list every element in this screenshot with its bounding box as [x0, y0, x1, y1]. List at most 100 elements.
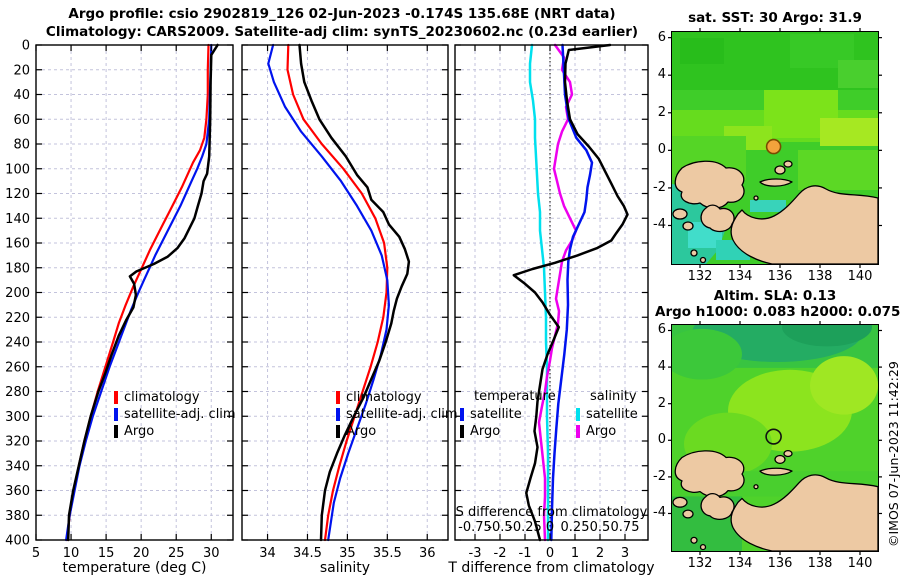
- legend-item-climatology: climatology: [114, 389, 236, 406]
- legend-label: satellite-adj. clim: [346, 407, 458, 422]
- argo-position-marker: [765, 138, 782, 155]
- lat-tick-label: -4: [653, 217, 666, 233]
- legend-label: Argo: [346, 424, 377, 439]
- s-difference-axis-label: S difference from climatology: [455, 505, 648, 520]
- temperature-axis-label: temperature (deg C): [62, 560, 207, 576]
- y-tick-label: 80: [13, 138, 30, 153]
- s-difference-tick-label: -0.25: [508, 520, 542, 535]
- sla-map: [671, 324, 879, 552]
- lon-tick-label: 134: [727, 556, 753, 571]
- x-tick-label: 0: [546, 546, 554, 561]
- legend-header-salinity: salinity: [590, 389, 637, 404]
- satellite-clim-swatch: [114, 408, 118, 421]
- page-title: Argo profile: csio 2902819_126 02-Jun-20…: [68, 6, 616, 22]
- x-tick-label: 34.5: [293, 546, 322, 561]
- x-tick-label: -2: [494, 546, 507, 561]
- y-tick-label: 160: [5, 237, 30, 252]
- satellite-clim-swatch: [336, 408, 340, 421]
- lon-tick-label: 138: [807, 556, 833, 571]
- legend-label: satellite-adj. clim: [124, 407, 236, 422]
- legend-item-argo: Argo: [114, 423, 236, 440]
- salinity-panel: 34 34.5 35 35.5 36: [241, 43, 449, 561]
- x-tick-label: 20: [133, 546, 150, 561]
- x-tick-label: 10: [63, 546, 80, 561]
- lon-tick-label: 132: [687, 269, 713, 284]
- climatology-swatch: [114, 391, 118, 404]
- argo-swatch: [336, 425, 340, 438]
- x-tick-label: 25: [168, 546, 185, 561]
- y-tick-label: 100: [5, 162, 30, 177]
- legend-t-difference: temperature satellite Argo: [460, 389, 556, 440]
- lat-tick-label: 6: [657, 29, 666, 45]
- legend-label: Argo: [124, 424, 155, 439]
- x-tick-label: 15: [98, 546, 115, 561]
- y-tick-label: 40: [13, 88, 30, 103]
- y-tick-label: 300: [5, 410, 30, 425]
- temperature-panel: 5 10 15 20 25 3002040608010012014016018020022…: [5, 39, 234, 561]
- lat-tick-label: 2: [657, 395, 666, 411]
- x-tick-label: 35: [339, 546, 356, 561]
- x-tick-label: 36: [419, 546, 436, 561]
- y-tick-label: 240: [5, 336, 30, 351]
- x-tick-label: 30: [203, 546, 220, 561]
- sla-map-title: Altim. SLA: 0.13: [713, 288, 837, 304]
- y-tick-label: 140: [5, 212, 30, 227]
- legend-item-s-argo: Argo: [576, 423, 638, 440]
- y-tick-label: 400: [5, 534, 30, 549]
- y-tick-label: 260: [5, 360, 30, 375]
- legend-item-t-argo: Argo: [460, 423, 556, 440]
- x-tick-label: 5: [32, 546, 40, 561]
- lon-tick-label: 138: [807, 269, 833, 284]
- y-tick-label: 380: [5, 509, 30, 524]
- lat-tick-label: 4: [657, 359, 666, 375]
- legend-label: climatology: [346, 390, 422, 405]
- s-difference-tick-label: 0.25: [560, 520, 590, 535]
- x-tick-label: 1: [571, 546, 579, 561]
- legend-item-s-satellite: satellite: [576, 406, 638, 423]
- lon-tick-label: 136: [767, 556, 793, 571]
- y-tick-label: 60: [13, 113, 30, 128]
- y-tick-label: 280: [5, 385, 30, 400]
- sst-map: [671, 31, 879, 265]
- s-satellite-swatch: [576, 408, 580, 421]
- lat-tick-label: -2: [653, 468, 666, 484]
- legend-item-argo: Argo: [336, 423, 458, 440]
- lat-tick-label: 0: [657, 432, 666, 448]
- sla-map-subtitle: Argo h1000: 0.083 h2000: 0.075: [655, 304, 900, 320]
- lat-tick-label: 0: [657, 142, 666, 158]
- y-tick-label: 120: [5, 187, 30, 202]
- s-difference-tick-label: 0.75: [610, 520, 640, 535]
- t-argo-swatch: [460, 425, 464, 438]
- difference-panel: -3 -2 -1 0 1 2 3: [454, 43, 649, 561]
- lon-tick-label: 134: [727, 269, 753, 284]
- legend-temperature-panel: climatology satellite-adj. clim Argo: [114, 389, 236, 440]
- imos-watermark: ©IMOS 07-Jun-2023 11:42:29: [886, 361, 900, 547]
- s-difference-tick-label: 0.5: [589, 520, 611, 535]
- y-tick-label: 180: [5, 261, 30, 276]
- climatology-swatch: [336, 391, 340, 404]
- sst-map-title: sat. SST: 30 Argo: 31.9: [688, 10, 862, 26]
- legend-label: climatology: [124, 390, 200, 405]
- legend-item-climatology: climatology: [336, 389, 458, 406]
- lon-tick-label: 136: [767, 269, 793, 284]
- y-tick-label: 320: [5, 435, 30, 450]
- lat-tick-label: 2: [657, 104, 666, 120]
- legend-salinity-panel: climatology satellite-adj. clim Argo: [336, 389, 458, 440]
- legend-header-temperature: temperature: [474, 389, 556, 404]
- argo-profile-report: Argo profile: csio 2902819_126 02-Jun-20…: [0, 0, 900, 580]
- x-tick-label: 2: [596, 546, 604, 561]
- lon-tick-label: 140: [847, 556, 873, 571]
- lat-tick-label: 4: [657, 67, 666, 83]
- x-tick-label: -3: [469, 546, 482, 561]
- page-subtitle: Climatology: CARS2009. Satellite-adj cli…: [45, 24, 639, 40]
- legend-label: satellite: [470, 407, 522, 422]
- y-tick-label: 340: [5, 459, 30, 474]
- x-tick-label: 34: [259, 546, 276, 561]
- legend-item-satellite-clim: satellite-adj. clim: [114, 406, 236, 423]
- t-difference-axis-label: T difference from climatology: [448, 560, 655, 576]
- legend-item-t-satellite: satellite: [460, 406, 556, 423]
- lon-tick-label: 132: [687, 556, 713, 571]
- argo-swatch: [114, 425, 118, 438]
- legend-label: Argo: [586, 424, 617, 439]
- y-tick-label: 0: [22, 39, 30, 54]
